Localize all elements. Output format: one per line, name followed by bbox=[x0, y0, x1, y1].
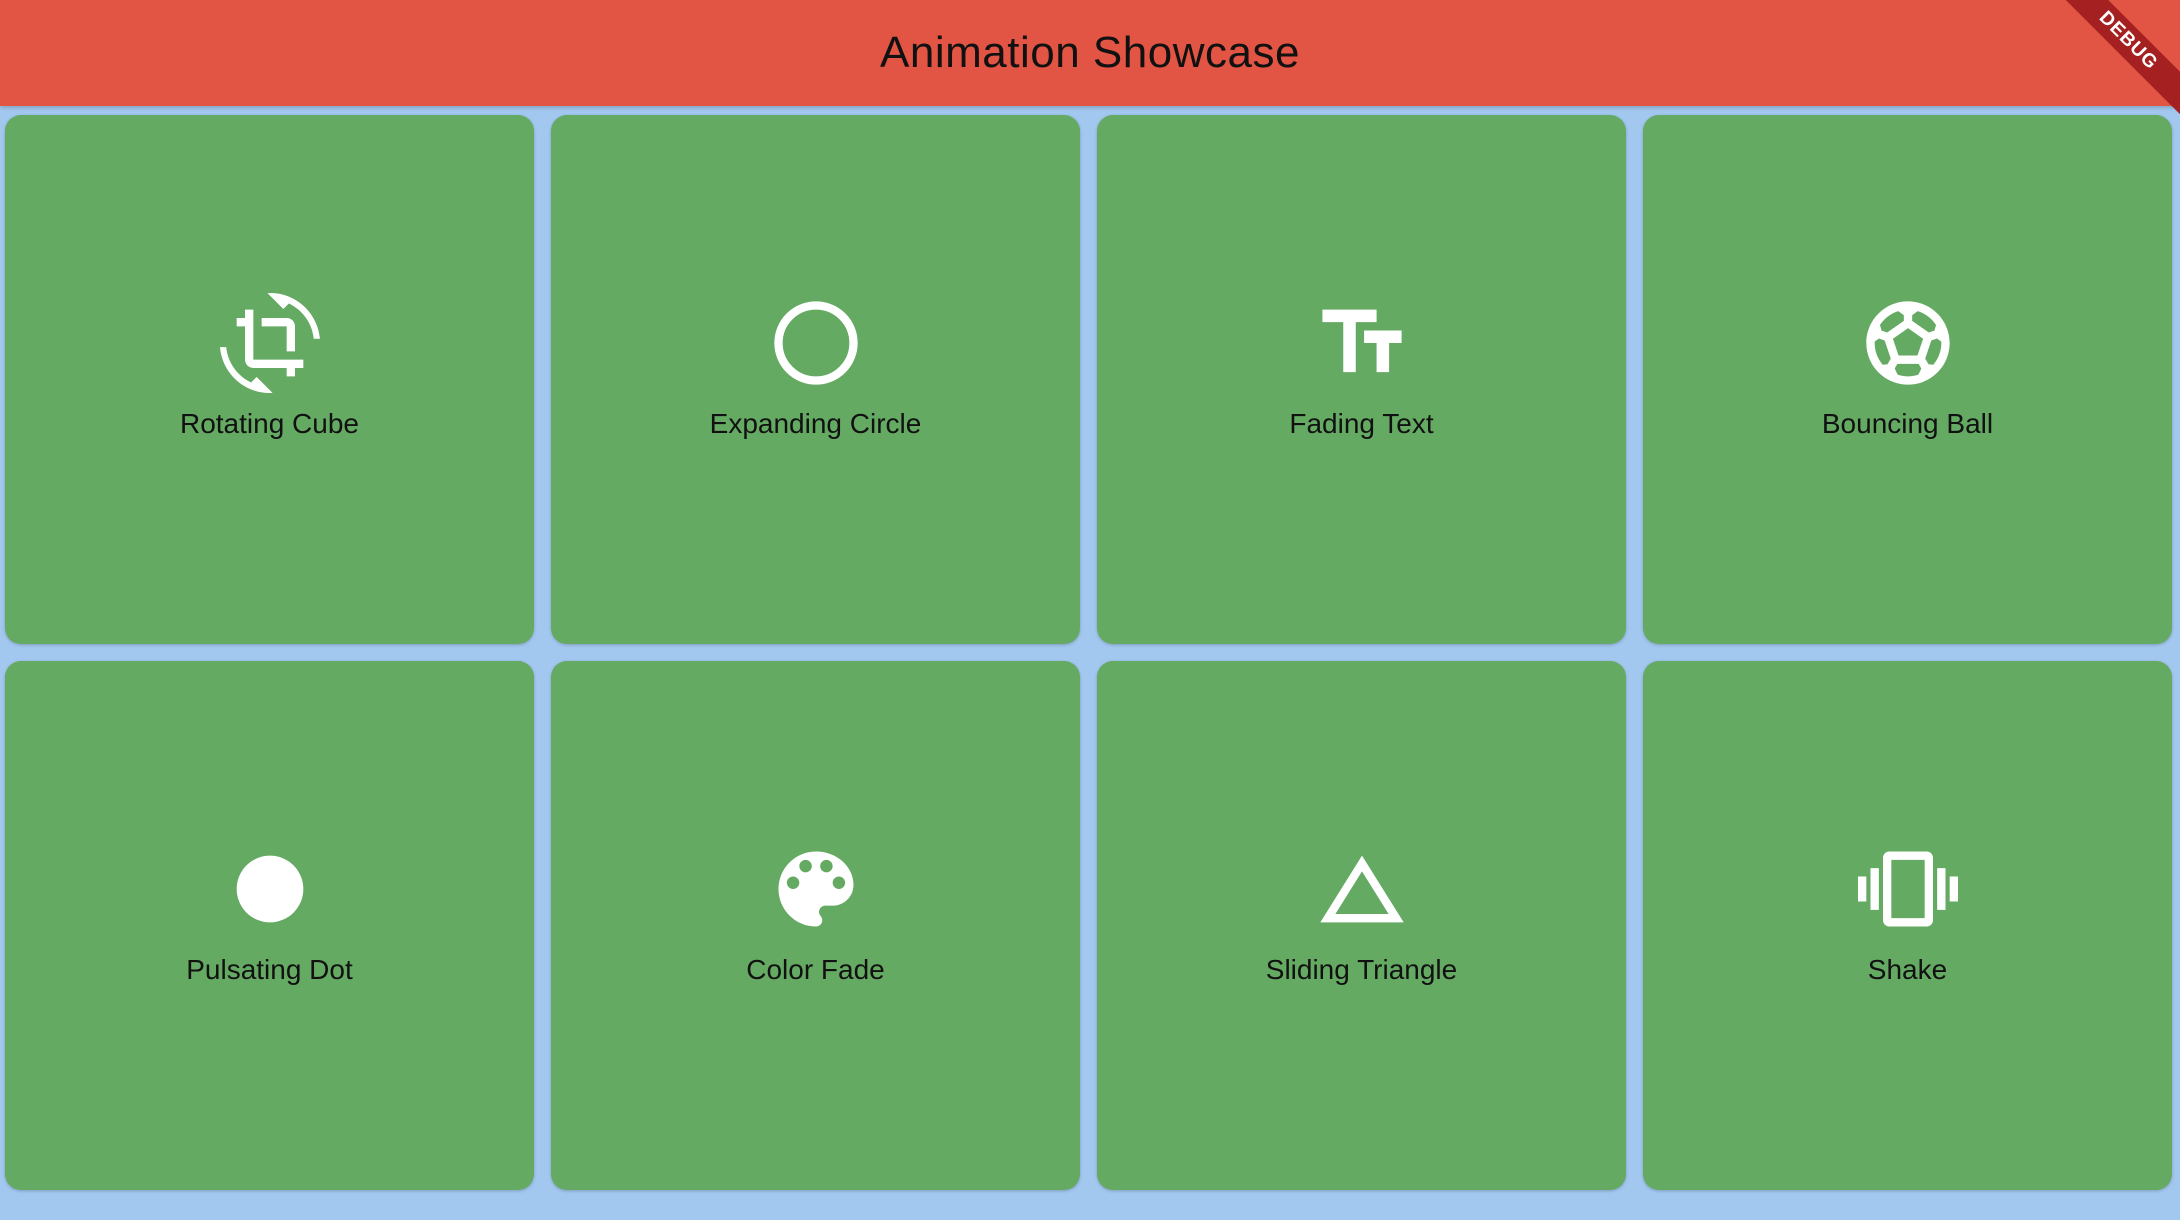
debug-banner: DEBUG bbox=[2050, 0, 2180, 130]
tile-pulsating-dot[interactable]: Pulsating Dot bbox=[5, 661, 534, 1190]
tile-label: Pulsating Dot bbox=[186, 954, 353, 985]
tile-label: Color Fade bbox=[746, 954, 885, 985]
triangle-outline-icon bbox=[1312, 839, 1412, 939]
animation-grid: Rotating Cube Expanding Circle Fading Te… bbox=[5, 115, 2172, 1190]
tile-bouncing-ball[interactable]: Bouncing Ball bbox=[1643, 115, 2172, 644]
tile-color-fade[interactable]: Color Fade bbox=[551, 661, 1080, 1190]
tile-sliding-triangle[interactable]: Sliding Triangle bbox=[1097, 661, 1626, 1190]
tile-label: Fading Text bbox=[1289, 408, 1434, 439]
debug-banner-label: DEBUG bbox=[2050, 0, 2180, 130]
text-fields-icon bbox=[1312, 293, 1412, 393]
tile-rotating-cube[interactable]: Rotating Cube bbox=[5, 115, 534, 644]
app-bar: Animation Showcase bbox=[0, 0, 2180, 106]
filled-circle-icon bbox=[220, 839, 320, 939]
tile-shake[interactable]: Shake bbox=[1643, 661, 2172, 1190]
tile-fading-text[interactable]: Fading Text bbox=[1097, 115, 1626, 644]
vibration-icon bbox=[1857, 839, 1958, 939]
tile-label: Shake bbox=[1867, 954, 1948, 985]
crop-rotate-icon bbox=[219, 293, 320, 393]
circle-outline-icon bbox=[766, 293, 866, 393]
tile-label: Sliding Triangle bbox=[1265, 954, 1458, 985]
sports-soccer-icon bbox=[1858, 293, 1958, 393]
tile-expanding-circle[interactable]: Expanding Circle bbox=[551, 115, 1080, 644]
page-title: Animation Showcase bbox=[880, 28, 1300, 77]
tile-label: Rotating Cube bbox=[179, 408, 359, 439]
tile-label: Expanding Circle bbox=[709, 408, 922, 439]
tile-label: Bouncing Ball bbox=[1821, 408, 1994, 439]
palette-icon bbox=[766, 839, 866, 939]
